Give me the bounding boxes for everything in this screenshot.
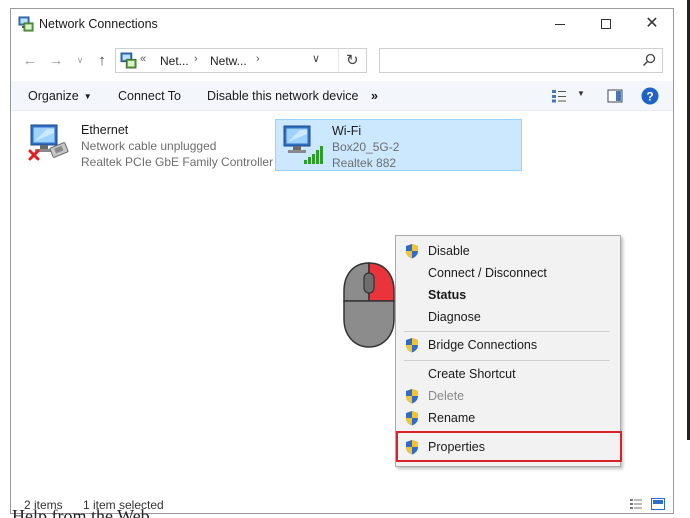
close-button[interactable]: ✕ bbox=[629, 9, 675, 39]
breadcrumb-separator[interactable]: › bbox=[256, 53, 260, 65]
triangle-down-icon[interactable]: ▼ bbox=[577, 89, 585, 98]
menu-item-delete: Delete bbox=[396, 385, 620, 407]
uac-shield-icon bbox=[406, 411, 418, 426]
help-icon[interactable]: ? bbox=[641, 87, 659, 105]
details-view-icon[interactable] bbox=[629, 498, 643, 510]
menu-item-status[interactable]: Status bbox=[396, 284, 620, 306]
breadcrumb-item[interactable]: Netw... bbox=[210, 54, 247, 68]
breadcrumb-item[interactable]: Net... bbox=[160, 54, 189, 68]
menu-item-label: Bridge Connections bbox=[428, 338, 538, 352]
menu-item-rename[interactable]: Rename bbox=[396, 407, 620, 429]
more-commands-button[interactable]: » bbox=[371, 89, 378, 103]
organize-label: Organize bbox=[28, 89, 79, 103]
divider bbox=[338, 49, 339, 72]
connect-to-button[interactable]: Connect To bbox=[118, 89, 181, 103]
menu-item-diagnose[interactable]: Diagnose bbox=[396, 306, 620, 328]
window-title: Network Connections bbox=[39, 17, 158, 31]
network-connections-icon bbox=[18, 16, 34, 32]
uac-shield-icon bbox=[406, 338, 418, 353]
organize-button[interactable]: Organize ▼ bbox=[28, 89, 92, 103]
network-connections-icon bbox=[120, 52, 137, 69]
preview-pane-icon[interactable] bbox=[607, 89, 623, 103]
navigation-row: ← → ∨ ↑ « Net... › Netw... › ∨ ↻ bbox=[11, 45, 673, 75]
connection-device: Realtek PCIe GbE Family Controller bbox=[81, 155, 274, 169]
close-icon: ✕ bbox=[645, 15, 659, 32]
ethernet-disconnected-icon bbox=[28, 124, 69, 161]
recent-locations-button[interactable]: ∨ bbox=[69, 49, 91, 71]
command-bar: Organize ▼ Connect To Disable this networ… bbox=[11, 81, 673, 111]
minimize-icon bbox=[555, 23, 565, 25]
explorer-window: Network Connections ✕ ← → ∨ ↑ « Net... ›… bbox=[10, 8, 674, 514]
large-icons-view-icon[interactable] bbox=[651, 498, 665, 510]
up-button[interactable]: ↑ bbox=[91, 49, 113, 71]
menu-item-label: Diagnose bbox=[428, 310, 481, 324]
menu-item-disable[interactable]: Disable bbox=[396, 240, 620, 262]
change-view-icon[interactable] bbox=[551, 89, 567, 103]
disable-device-button[interactable]: Disable this network device bbox=[207, 89, 358, 103]
menu-item-label: Create Shortcut bbox=[428, 367, 516, 381]
search-input[interactable] bbox=[379, 48, 663, 73]
connection-status: Network cable unplugged bbox=[81, 139, 217, 153]
refresh-icon[interactable]: ↻ bbox=[346, 51, 359, 69]
properties-highlight-box bbox=[396, 431, 622, 462]
background-page-text: Help from the Web bbox=[12, 506, 150, 518]
arrow-right-icon: → bbox=[48, 51, 64, 69]
context-menu: Disable Connect / Disconnect Status Diag… bbox=[395, 235, 622, 467]
arrow-left-icon: ← bbox=[22, 51, 38, 69]
triangle-down-icon: ▼ bbox=[83, 92, 92, 102]
chevron-down-icon[interactable]: ∨ bbox=[312, 52, 320, 65]
uac-shield-icon bbox=[406, 244, 418, 259]
mouse-right-click-illustration bbox=[343, 262, 395, 348]
address-bar[interactable]: « Net... › Netw... › ∨ ↻ bbox=[115, 48, 367, 73]
menu-item-label: Connect / Disconnect bbox=[428, 266, 547, 280]
maximize-icon bbox=[601, 19, 611, 29]
maximize-button[interactable] bbox=[583, 9, 629, 39]
connection-ethernet[interactable]: Ethernet Network cable unplugged Realtek… bbox=[21, 119, 274, 171]
wifi-signal-icon bbox=[283, 125, 323, 164]
menu-separator bbox=[404, 360, 610, 361]
menu-item-label: Delete bbox=[428, 389, 465, 403]
search-icon bbox=[642, 53, 656, 67]
chevron-down-icon: ∨ bbox=[76, 54, 84, 65]
connections-list: Ethernet Network cable unplugged Realtek… bbox=[11, 111, 673, 491]
menu-separator bbox=[404, 331, 610, 332]
menu-item-label: Disable bbox=[428, 244, 470, 258]
menu-item-create-shortcut[interactable]: Create Shortcut bbox=[396, 363, 620, 385]
menu-item-bridge-connections[interactable]: Bridge Connections bbox=[396, 334, 620, 356]
svg-text:?: ? bbox=[646, 90, 653, 104]
breadcrumb-overflow[interactable]: « bbox=[140, 53, 146, 65]
menu-item-label: Rename bbox=[428, 411, 476, 425]
back-button[interactable]: ← bbox=[19, 49, 41, 71]
forward-button[interactable]: → bbox=[45, 49, 67, 71]
menu-item-connect-disconnect[interactable]: Connect / Disconnect bbox=[396, 262, 620, 284]
arrow-up-icon: ↑ bbox=[98, 51, 106, 69]
connection-name: Ethernet bbox=[81, 123, 129, 137]
connection-device: Realtek 8821 bbox=[332, 156, 396, 170]
uac-shield-icon bbox=[406, 389, 418, 404]
menu-item-label: Status bbox=[428, 288, 467, 302]
connection-wifi[interactable]: Wi-Fi Box20_5G-2 Realtek 8821 bbox=[275, 119, 522, 171]
connection-status: Box20_5G-2 bbox=[332, 140, 400, 154]
breadcrumb-separator[interactable]: › bbox=[194, 53, 198, 65]
title-bar: Network Connections ✕ bbox=[11, 9, 673, 39]
minimize-button[interactable] bbox=[537, 9, 583, 39]
connection-name: Wi-Fi bbox=[332, 124, 362, 138]
